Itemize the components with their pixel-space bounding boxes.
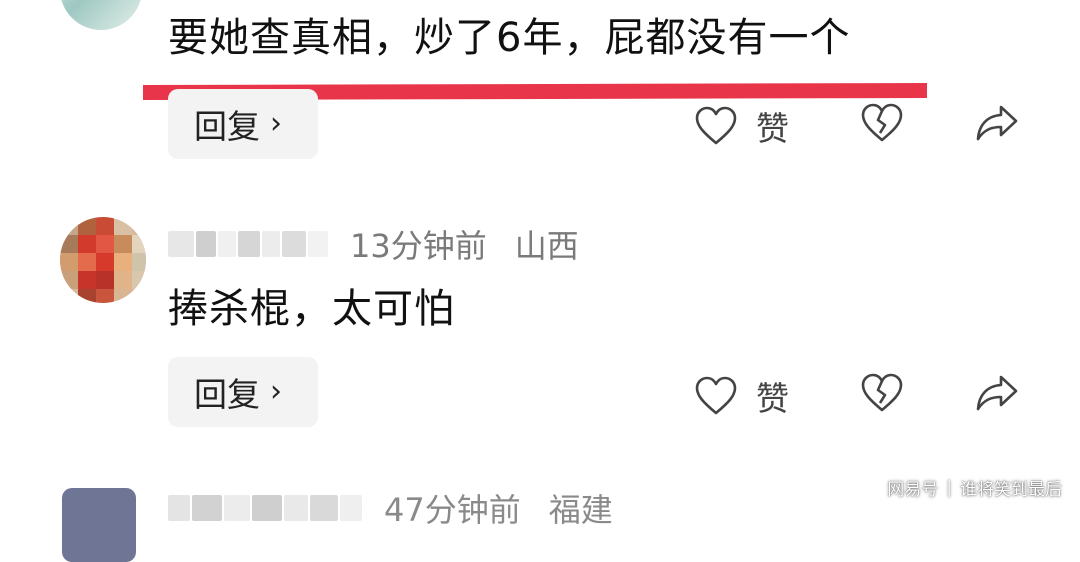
- comment-location: 福建: [548, 491, 613, 529]
- reply-button[interactable]: 回复 ›: [168, 89, 318, 159]
- comment-meta: 13分钟前 山西: [168, 222, 579, 266]
- watermark-brand: 网易号: [887, 480, 939, 500]
- reply-label: 回复: [194, 375, 260, 414]
- broken-heart-icon: [861, 373, 903, 412]
- comment-text: 捧杀棍，太可怕: [168, 286, 455, 332]
- broken-heart-icon: [861, 103, 903, 142]
- reply-label: 回复: [194, 107, 260, 146]
- comment-meta: 47分钟前 福建: [168, 488, 613, 529]
- watermark: 网易号 | 谁将笑到最后: [887, 475, 1062, 501]
- chevron-right-icon: ›: [270, 374, 282, 409]
- comment-location: 山西: [514, 227, 579, 265]
- comment-text: 要她查真相，炒了6年，屁都没有一个: [168, 15, 851, 61]
- like-label: 赞: [756, 379, 789, 418]
- username-blurred[interactable]: [168, 224, 330, 264]
- watermark-author: 谁将笑到最后: [960, 480, 1062, 500]
- comment-time: 47分钟前: [384, 491, 521, 529]
- share-button[interactable]: [974, 101, 1020, 145]
- like-button[interactable]: 赞: [694, 372, 789, 420]
- like-label: 赞: [756, 109, 789, 148]
- username-blurred[interactable]: [168, 488, 364, 528]
- comment-time: 13分钟前: [350, 227, 487, 265]
- like-button[interactable]: 赞: [694, 102, 789, 150]
- share-button[interactable]: [974, 371, 1020, 415]
- avatar[interactable]: [62, 488, 136, 562]
- reply-button[interactable]: 回复 ›: [168, 357, 318, 427]
- avatar[interactable]: [60, 217, 146, 303]
- watermark-separator: |: [946, 477, 952, 498]
- avatar[interactable]: [60, 0, 142, 30]
- dislike-button[interactable]: [860, 102, 904, 144]
- share-arrow-icon: [976, 105, 1018, 141]
- dislike-button[interactable]: [860, 372, 904, 414]
- share-arrow-icon: [976, 375, 1018, 411]
- chevron-right-icon: ›: [270, 106, 282, 141]
- heart-icon: [695, 106, 737, 145]
- heart-icon: [695, 376, 737, 415]
